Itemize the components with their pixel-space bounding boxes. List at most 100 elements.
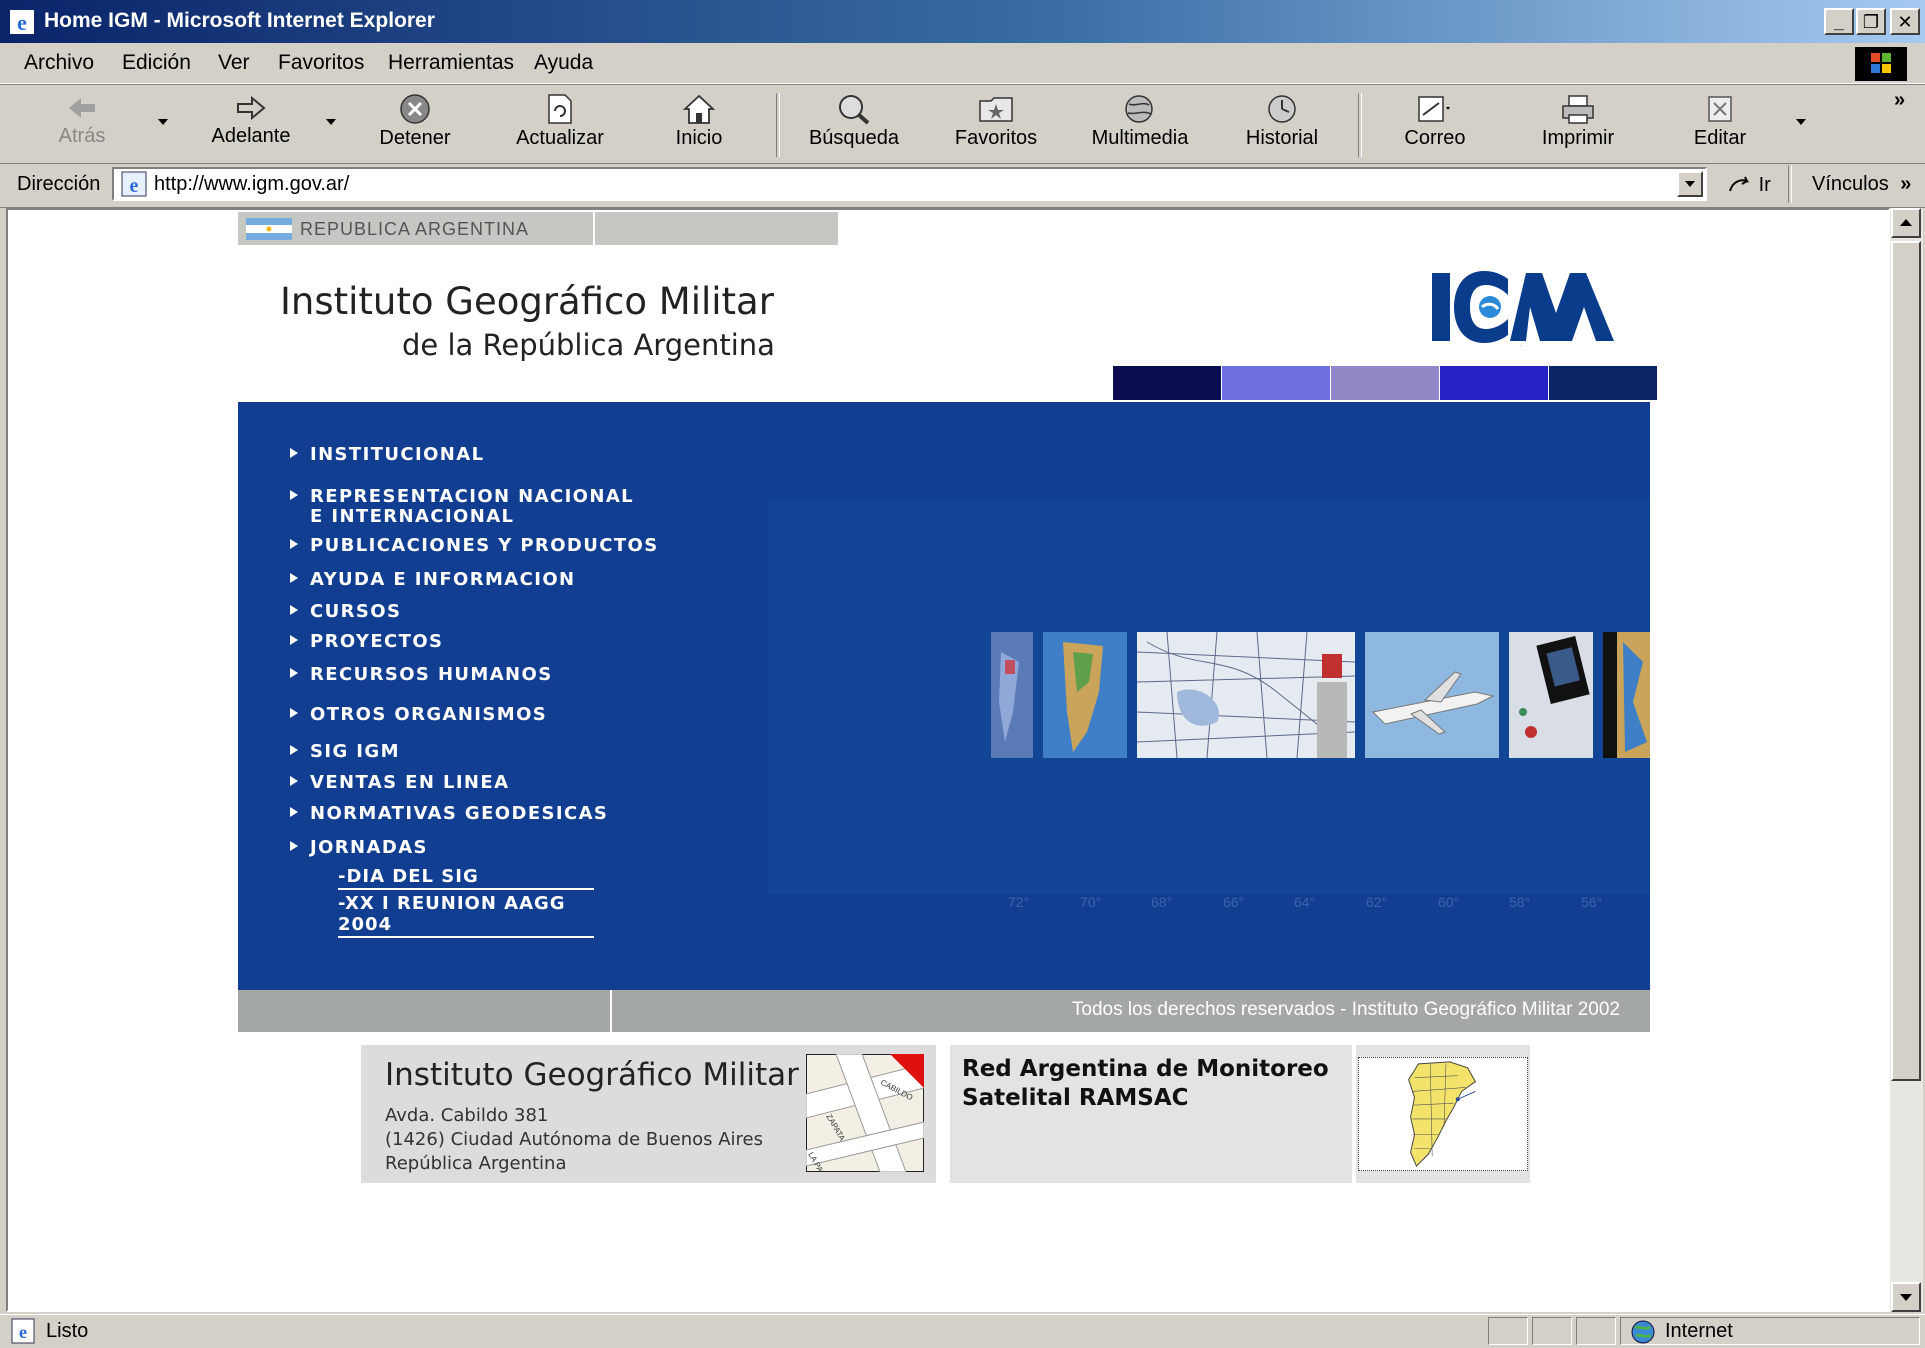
street-map-icon[interactable]: CABILDO ZAPATA LA PAZ [806, 1054, 924, 1172]
nav-jornadas[interactable]: JORNADAS [290, 837, 428, 858]
menu-favoritos[interactable]: Favoritos [278, 51, 364, 75]
chevron-up-icon [1900, 219, 1912, 226]
nav-otros-organismos[interactable]: OTROS ORGANISMOS [290, 704, 547, 725]
nav-recursos-humanos[interactable]: RECURSOS HUMANOS [290, 664, 553, 685]
mail-icon [1418, 96, 1450, 122]
stop-button[interactable]: Detener [368, 85, 462, 163]
subnav-dia-del-sig[interactable]: -DIA DEL SIG [338, 866, 594, 890]
search-icon [839, 95, 870, 125]
aircraft-thumbnail [1365, 632, 1499, 758]
map-thumbnail-3 [1137, 632, 1355, 758]
nav-sig-igm[interactable]: SIG IGM [290, 741, 400, 762]
menu-ver[interactable]: Ver [218, 51, 250, 75]
nav-cursos[interactable]: CURSOS [290, 601, 401, 622]
scroll-up-button[interactable] [1891, 208, 1921, 238]
nav-arrow-icon [290, 490, 298, 500]
contact-city: (1426) Ciudad Autónoma de Buenos Aires [385, 1129, 763, 1150]
printer-icon [1562, 95, 1594, 124]
home-button[interactable]: Inicio [662, 85, 736, 163]
search-button[interactable]: Búsqueda [800, 85, 908, 163]
institute-title: Instituto Geográfico Militar [280, 280, 774, 323]
media-button[interactable]: Multimedia [1088, 85, 1192, 163]
history-button[interactable]: Historial [1236, 85, 1328, 163]
menu-ayuda[interactable]: Ayuda [534, 51, 593, 75]
contact-street: Avda. Cabildo 381 [385, 1105, 549, 1126]
status-pane [1532, 1317, 1572, 1345]
footer-divider [610, 990, 612, 1032]
address-field[interactable]: e [112, 167, 1707, 201]
degree-label: 66° [1223, 894, 1245, 910]
standard-toolbar: Atrás Adelante Detener Actualizar Inicio… [0, 84, 1925, 164]
subnav-reunion-aagg[interactable]: -XX I REUNION AAGG 2004 [338, 893, 594, 938]
degree-label: 56° [1581, 894, 1603, 910]
page-status-icon: e [11, 1318, 35, 1344]
contact-country: República Argentina [385, 1153, 567, 1174]
contact-card[interactable]: Instituto Geográfico Militar Avda. Cabil… [361, 1045, 936, 1183]
forward-dropdown-icon[interactable] [326, 119, 336, 125]
toolbar-separator [776, 93, 780, 157]
minimize-button[interactable]: _ [1824, 8, 1854, 35]
go-arrow-icon [1729, 176, 1749, 192]
address-dropdown-button[interactable] [1677, 171, 1703, 197]
go-button[interactable]: Ir [1727, 173, 1771, 197]
nav-normativas-geodesicas[interactable]: NORMATIVAS GEODESICAS [290, 803, 608, 824]
color-bar [1549, 366, 1657, 400]
restore-button[interactable]: ❐ [1856, 8, 1886, 35]
ramsac-card[interactable]: Red Argentina de Monitoreo Satelital RAM… [950, 1045, 1530, 1183]
nav-arrow-icon [290, 841, 298, 851]
page-ie-icon: e [121, 171, 147, 197]
menu-archivo[interactable]: Archivo [24, 51, 94, 75]
url-input[interactable] [154, 173, 1654, 196]
nav-representacion[interactable]: REPRESENTACION NACIONAL [290, 486, 634, 507]
nav-ayuda[interactable]: AYUDA E INFORMACION [290, 569, 576, 590]
edit-dropdown-icon[interactable] [1796, 119, 1806, 125]
nav-arrow-icon [290, 635, 298, 645]
footer-strip: Todos los derechos reservados - Institut… [238, 990, 1650, 1032]
edit-page-icon [1708, 96, 1732, 122]
nav-proyectos[interactable]: PROYECTOS [290, 631, 443, 652]
color-bar [1331, 366, 1439, 400]
refresh-icon [548, 94, 572, 124]
ramsac-title: Red Argentina de Monitoreo Satelital RAM… [962, 1056, 1329, 1111]
nav-arrow-icon [290, 807, 298, 817]
mail-button[interactable]: Correo [1390, 85, 1480, 163]
nav-arrow-icon [290, 668, 298, 678]
argentina-flag-icon [246, 218, 292, 240]
svg-text:e: e [130, 175, 139, 197]
menu-bar: Archivo Edición Ver Favoritos Herramient… [0, 43, 1925, 84]
scroll-down-button[interactable] [1891, 1282, 1921, 1312]
back-button[interactable]: Atrás [40, 85, 124, 163]
nav-ventas-en-linea[interactable]: VENTAS EN LINEA [290, 772, 509, 793]
degree-label: 68° [1151, 894, 1173, 910]
forward-button[interactable]: Adelante [196, 85, 306, 163]
print-button[interactable]: Imprimir [1530, 85, 1626, 163]
toolbar-overflow-chevron[interactable]: » [1894, 89, 1905, 112]
close-button[interactable]: ✕ [1890, 8, 1920, 35]
nav-arrow-icon [290, 539, 298, 549]
map-thumbnail-4 [1603, 632, 1650, 758]
window-title: Home IGM - Microsoft Internet Explorer [44, 9, 435, 32]
nav-publicaciones[interactable]: PUBLICACIONES Y PRODUCTOS [290, 535, 659, 556]
menu-herramientas[interactable]: Herramientas [388, 51, 514, 75]
favorites-folder-icon [979, 97, 1013, 122]
nav-institucional[interactable]: INSTITUCIONAL [290, 444, 484, 465]
nav-representacion-line2[interactable]: E INTERNACIONAL [310, 506, 514, 527]
address-bar: Dirección e Ir Vínculos » [0, 163, 1925, 208]
map-thumbnail-1 [991, 632, 1033, 758]
argentina-map-icon[interactable] [1358, 1057, 1528, 1171]
links-button[interactable]: Vínculos » [1812, 173, 1911, 196]
favorites-button[interactable]: Favoritos [948, 85, 1044, 163]
vertical-scrollbar[interactable] [1890, 208, 1923, 1312]
device-thumbnail [1509, 632, 1593, 758]
scroll-thumb[interactable] [1891, 241, 1921, 1081]
refresh-button[interactable]: Actualizar [508, 85, 612, 163]
internet-globe-icon [1631, 1320, 1655, 1344]
republica-strip: REPUBLICA ARGENTINA [238, 212, 838, 245]
back-dropdown-icon[interactable] [158, 119, 168, 125]
menu-edicion[interactable]: Edición [122, 51, 191, 75]
security-zone-text: Internet [1665, 1320, 1733, 1342]
chevron-down-icon [1900, 1294, 1912, 1301]
strip-divider [593, 212, 595, 245]
edit-button[interactable]: Editar [1680, 85, 1760, 163]
main-nav-panel: 72° 70° 68° 66° 64° 62° 60° 58° 56° INST… [238, 402, 1650, 990]
